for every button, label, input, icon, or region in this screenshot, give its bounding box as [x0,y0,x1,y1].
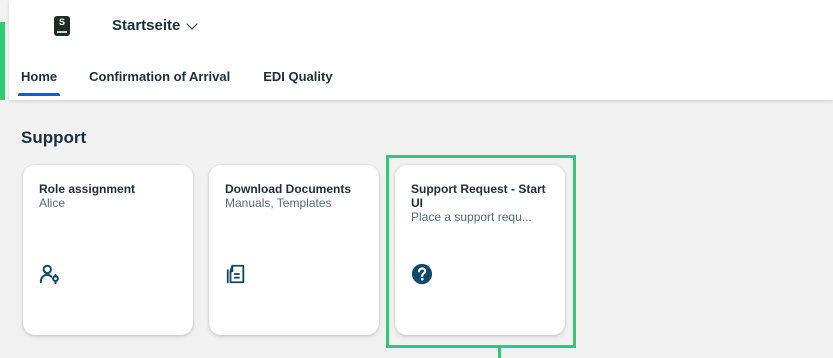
logo-letter: S [58,17,65,27]
brand-logo-icon[interactable]: S [54,16,70,36]
tile-download-documents[interactable]: Download Documents Manuals, Templates [209,165,379,335]
tab-confirmation-of-arrival[interactable]: Confirmation of Arrival [89,69,230,96]
tile-title: Support Request - Start UI [411,182,546,210]
tile-subtitle: Alice [39,196,66,210]
tab-home[interactable]: Home [17,69,61,96]
tab-edi-quality[interactable]: EDI Quality [263,69,332,96]
app-title: Startseite [112,17,181,34]
tile-title: Download Documents [225,182,352,196]
tile-subtitle: Manuals, Templates [225,196,332,210]
left-accent-bar [0,22,5,100]
tile-subtitle: Place a support requ... [411,210,532,224]
app-title-menu[interactable]: Startseite [112,17,199,34]
tile-title: Role assignment [39,182,136,196]
tile-support-request[interactable]: Support Request - Start UI Place a suppo… [395,165,565,335]
question-circle-icon [411,263,433,285]
tab-bar: Home Confirmation of Arrival EDI Quality [17,69,333,96]
section-title: Support [21,128,87,147]
chevron-down-icon [186,17,199,30]
shell-header: S Startseite Home Confirmation of Arriva… [9,0,833,100]
highlight-connector [498,348,501,358]
tile-role-assignment[interactable]: Role assignment Alice [23,165,193,335]
documents-icon [226,264,245,284]
user-role-icon [39,264,59,285]
